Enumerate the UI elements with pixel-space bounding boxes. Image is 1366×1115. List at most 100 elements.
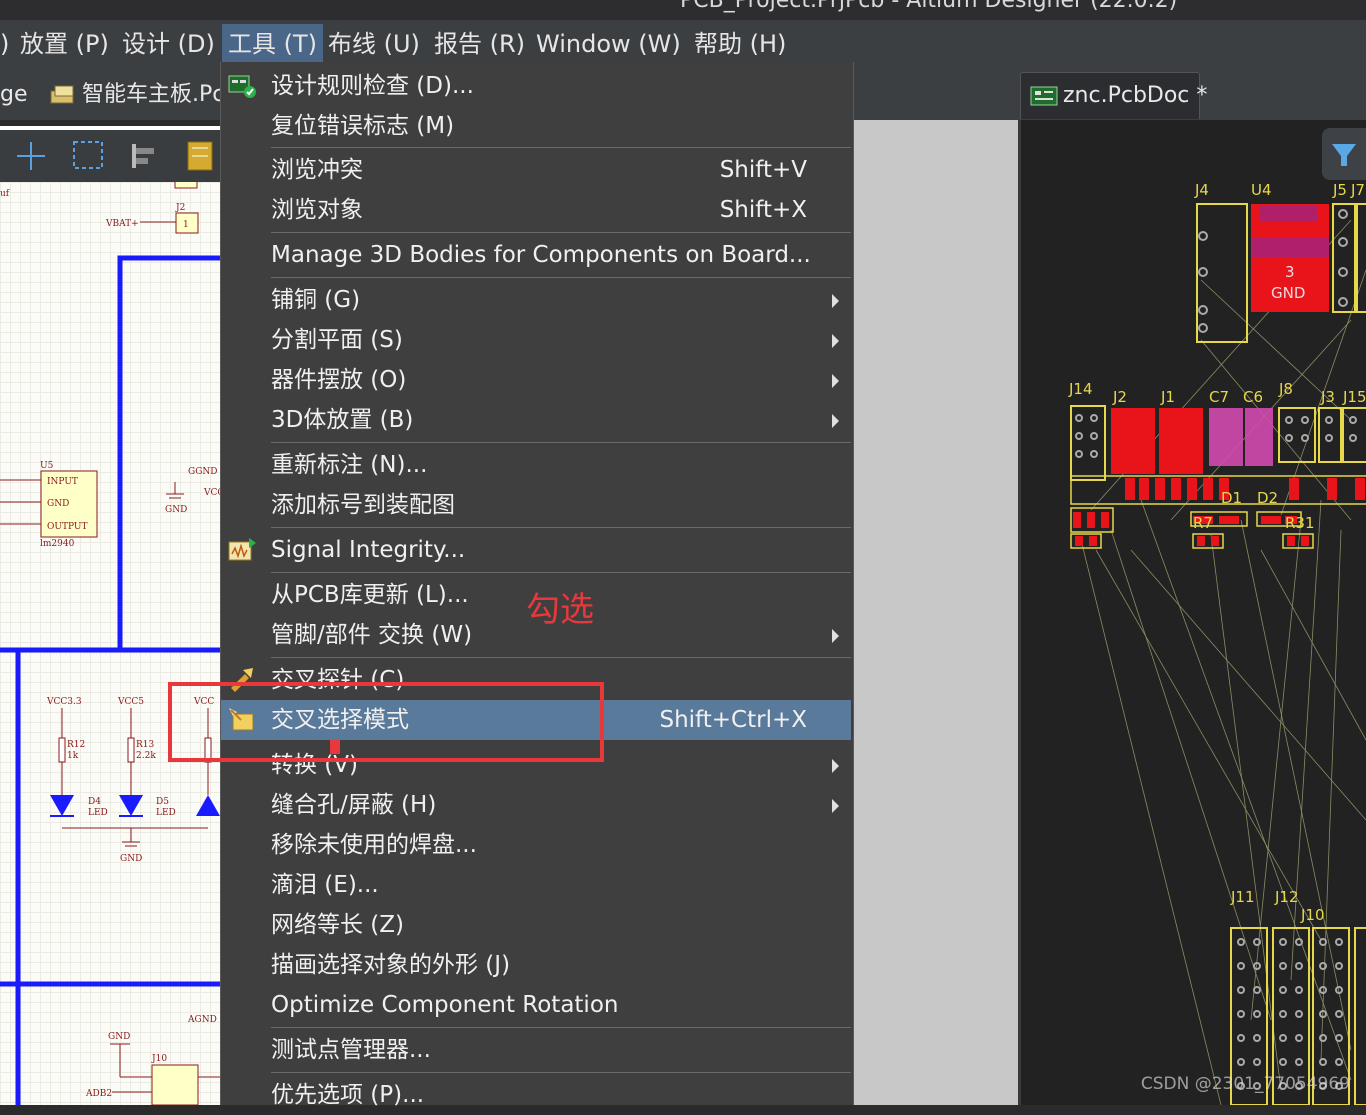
sch-label-vcc5: VCC5: [117, 697, 144, 707]
component-icon[interactable]: [187, 141, 213, 171]
menu-item-reset-error-markers-label: 复位错误标志 (M): [271, 113, 455, 139]
submenu-arrow-icon: [832, 799, 839, 813]
sch-label-gnd-pin: GND: [47, 499, 69, 509]
sch-label-u5: U5: [40, 461, 54, 471]
filter-button[interactable]: [1322, 128, 1366, 180]
menu-item-manage-3d-bodies[interactable]: Manage 3D Bodies for Components on Board…: [221, 235, 851, 275]
sch-label-r12-val: 1k: [67, 751, 79, 761]
sch-label-d4-led: LED: [88, 808, 108, 818]
pcb-label-j1: J1: [1160, 388, 1175, 406]
title-bar: PCB_Project.PrjPcb - Altium Designer (22…: [0, 0, 1366, 20]
menu-item-outline-selected[interactable]: 描画选择对象的外形 (J): [221, 945, 851, 985]
menu-item-split-planes[interactable]: 分割平面 (S): [221, 320, 851, 360]
pcb-drawing: J4 U4 J5 J7 J14 J2 J1 C7 C6 J8 J3 J15 J1…: [1068, 181, 1366, 1105]
schematic-drawing: uf VBAT+ J2 1 U5 INPUT GND OUTPUT lm2940: [0, 182, 220, 1105]
menu-place[interactable]: 放置 (P): [14, 24, 115, 64]
menu-design[interactable]: 设计 (D): [116, 24, 221, 64]
pcb-label-j5: J5: [1332, 181, 1347, 199]
menu-item-component-placement-label: 器件摆放 (O): [271, 367, 407, 393]
menu-item-testpoint-manager-label: 测试点管理器...: [271, 1037, 431, 1063]
tab-partial[interactable]: ge: [0, 72, 28, 118]
menu-item-drc-label: 设计规则检查 (D)...: [271, 73, 474, 99]
tab-pcb-label: znc.PcbDoc *: [1063, 83, 1208, 108]
menu-item-signal-integrity[interactable]: Signal Integrity...: [221, 530, 851, 570]
sch-label-r12: R12: [67, 740, 85, 750]
menu-item-manage-3d-bodies-label: Manage 3D Bodies for Components on Board…: [271, 242, 811, 268]
pcb-label-r31: R31: [1285, 514, 1315, 532]
menu-item-browse-objects-shortcut: Shift+X: [719, 197, 807, 223]
pcb-doc-icon: [1030, 86, 1058, 106]
pcb-label-u4: U4: [1251, 181, 1272, 199]
menu-item-drc[interactable]: 设计规则检查 (D)...: [221, 66, 851, 106]
menu-item-polygon-pours-label: 铺铜 (G): [271, 287, 361, 313]
menu-item-remove-unused-pads-label: 移除未使用的焊盘...: [271, 832, 477, 858]
pcb-label-j15: J15: [1342, 388, 1366, 406]
filter-icon: [1332, 144, 1356, 166]
menu-separator: [271, 1027, 851, 1028]
menu-item-preferences[interactable]: 优先选项 (P)...: [221, 1075, 851, 1115]
menu-item-signal-integrity-label: Signal Integrity...: [271, 537, 466, 563]
annotation-marker: [330, 740, 340, 754]
move-icon[interactable]: [17, 142, 45, 170]
align-icon[interactable]: [132, 144, 154, 168]
pcb-label-j12: J12: [1274, 888, 1299, 906]
sch-label-vcc-1: VCC: [203, 488, 220, 498]
watermark: CSDN @2301_77054969: [1140, 1074, 1350, 1094]
menu-bar: ) 放置 (P) 设计 (D) 工具 (T) 布线 (U) 报告 (R) Win…: [0, 20, 1366, 68]
menu-item-pin-part-swapping-label: 管脚/部件 交换 (W): [271, 622, 473, 648]
menu-item-testpoint-manager[interactable]: 测试点管理器...: [221, 1030, 851, 1070]
menu-help[interactable]: 帮助 (H): [688, 24, 792, 64]
schematic-canvas[interactable]: uf VBAT+ J2 1 U5 INPUT GND OUTPUT lm2940: [0, 182, 220, 1105]
signal-integrity-icon: [228, 538, 256, 561]
pcb-label-r7: R7: [1193, 514, 1213, 532]
menu-item-remove-unused-pads[interactable]: 移除未使用的焊盘...: [221, 825, 851, 865]
menu-item-browse-violations-label: 浏览冲突: [271, 157, 363, 183]
menu-item-optimize-rotation[interactable]: Optimize Component Rotation: [221, 985, 851, 1025]
pcb-label-j10: J10: [1300, 906, 1325, 924]
pcb-label-c6: C6: [1243, 388, 1263, 406]
menu-item-polygon-pours[interactable]: 铺铜 (G): [221, 280, 851, 320]
menu-separator: [271, 572, 851, 573]
menu-item-length-tuning-label: 网络等长 (Z): [271, 912, 405, 938]
annotation-highlight-box: [168, 682, 604, 762]
tab-pcb[interactable]: znc.PcbDoc *: [1020, 72, 1207, 119]
menu-item-browse-violations[interactable]: 浏览冲突 Shift+V: [221, 150, 851, 190]
sch-label-d5-led: LED: [156, 808, 176, 818]
pcb-label-u4-gnd: GND: [1271, 284, 1305, 302]
sch-label-r13-val: 2.2k: [136, 751, 156, 761]
menu-reports[interactable]: 报告 (R): [428, 24, 531, 64]
pcb-canvas[interactable]: J4 U4 J5 J7 J14 J2 J1 C7 C6 J8 J3 J15 J1…: [1018, 120, 1366, 1105]
menu-item-add-designators[interactable]: 添加标号到装配图: [221, 485, 851, 525]
menu-item-length-tuning[interactable]: 网络等长 (Z): [221, 905, 851, 945]
sch-label-vcc33: VCC3.3: [46, 697, 82, 707]
editor-gap: [852, 120, 1018, 1105]
sch-label-j2-pin: 1: [183, 220, 189, 230]
schematic-doc-icon: [50, 85, 74, 104]
sch-label-j2: J2: [175, 203, 185, 213]
menu-window[interactable]: Window (W): [530, 24, 687, 64]
pcb-label-u4-pin: 3: [1285, 263, 1295, 281]
select-area-icon[interactable]: [73, 141, 103, 169]
sch-label-agnd: AGND: [187, 1015, 217, 1025]
tab-schematic[interactable]: 智能车主板.Pc: [40, 72, 224, 118]
menu-separator: [271, 1072, 851, 1073]
menu-item-preferences-label: 优先选项 (P)...: [271, 1082, 425, 1108]
menu-item-via-stitching[interactable]: 缝合孔/屏蔽 (H): [221, 785, 851, 825]
menu-route[interactable]: 布线 (U): [322, 24, 426, 64]
menu-tools[interactable]: 工具 (T): [222, 24, 324, 64]
menu-item-teardrops[interactable]: 滴泪 (E)...: [221, 865, 851, 905]
menu-item-3d-body-placement[interactable]: 3D体放置 (B): [221, 400, 851, 440]
submenu-arrow-icon: [832, 629, 839, 643]
menu-separator: [271, 442, 851, 443]
sch-label-lm2940: lm2940: [40, 539, 75, 549]
menu-item-reset-error-markers[interactable]: 复位错误标志 (M): [221, 106, 851, 146]
menu-separator: [271, 657, 851, 658]
menu-item-update-from-pcb-library-label: 从PCB库更新 (L)...: [271, 582, 469, 608]
menu-item-re-annotate[interactable]: 重新标注 (N)...: [221, 445, 851, 485]
menu-separator: [271, 277, 851, 278]
menu-item-browse-objects[interactable]: 浏览对象 Shift+X: [221, 190, 851, 230]
sch-label-uf: uf: [0, 189, 10, 199]
window-title: PCB_Project.PrjPcb - Altium Designer (22…: [680, 0, 1178, 13]
menu-item-component-placement[interactable]: 器件摆放 (O): [221, 360, 851, 400]
submenu-arrow-icon: [832, 374, 839, 388]
